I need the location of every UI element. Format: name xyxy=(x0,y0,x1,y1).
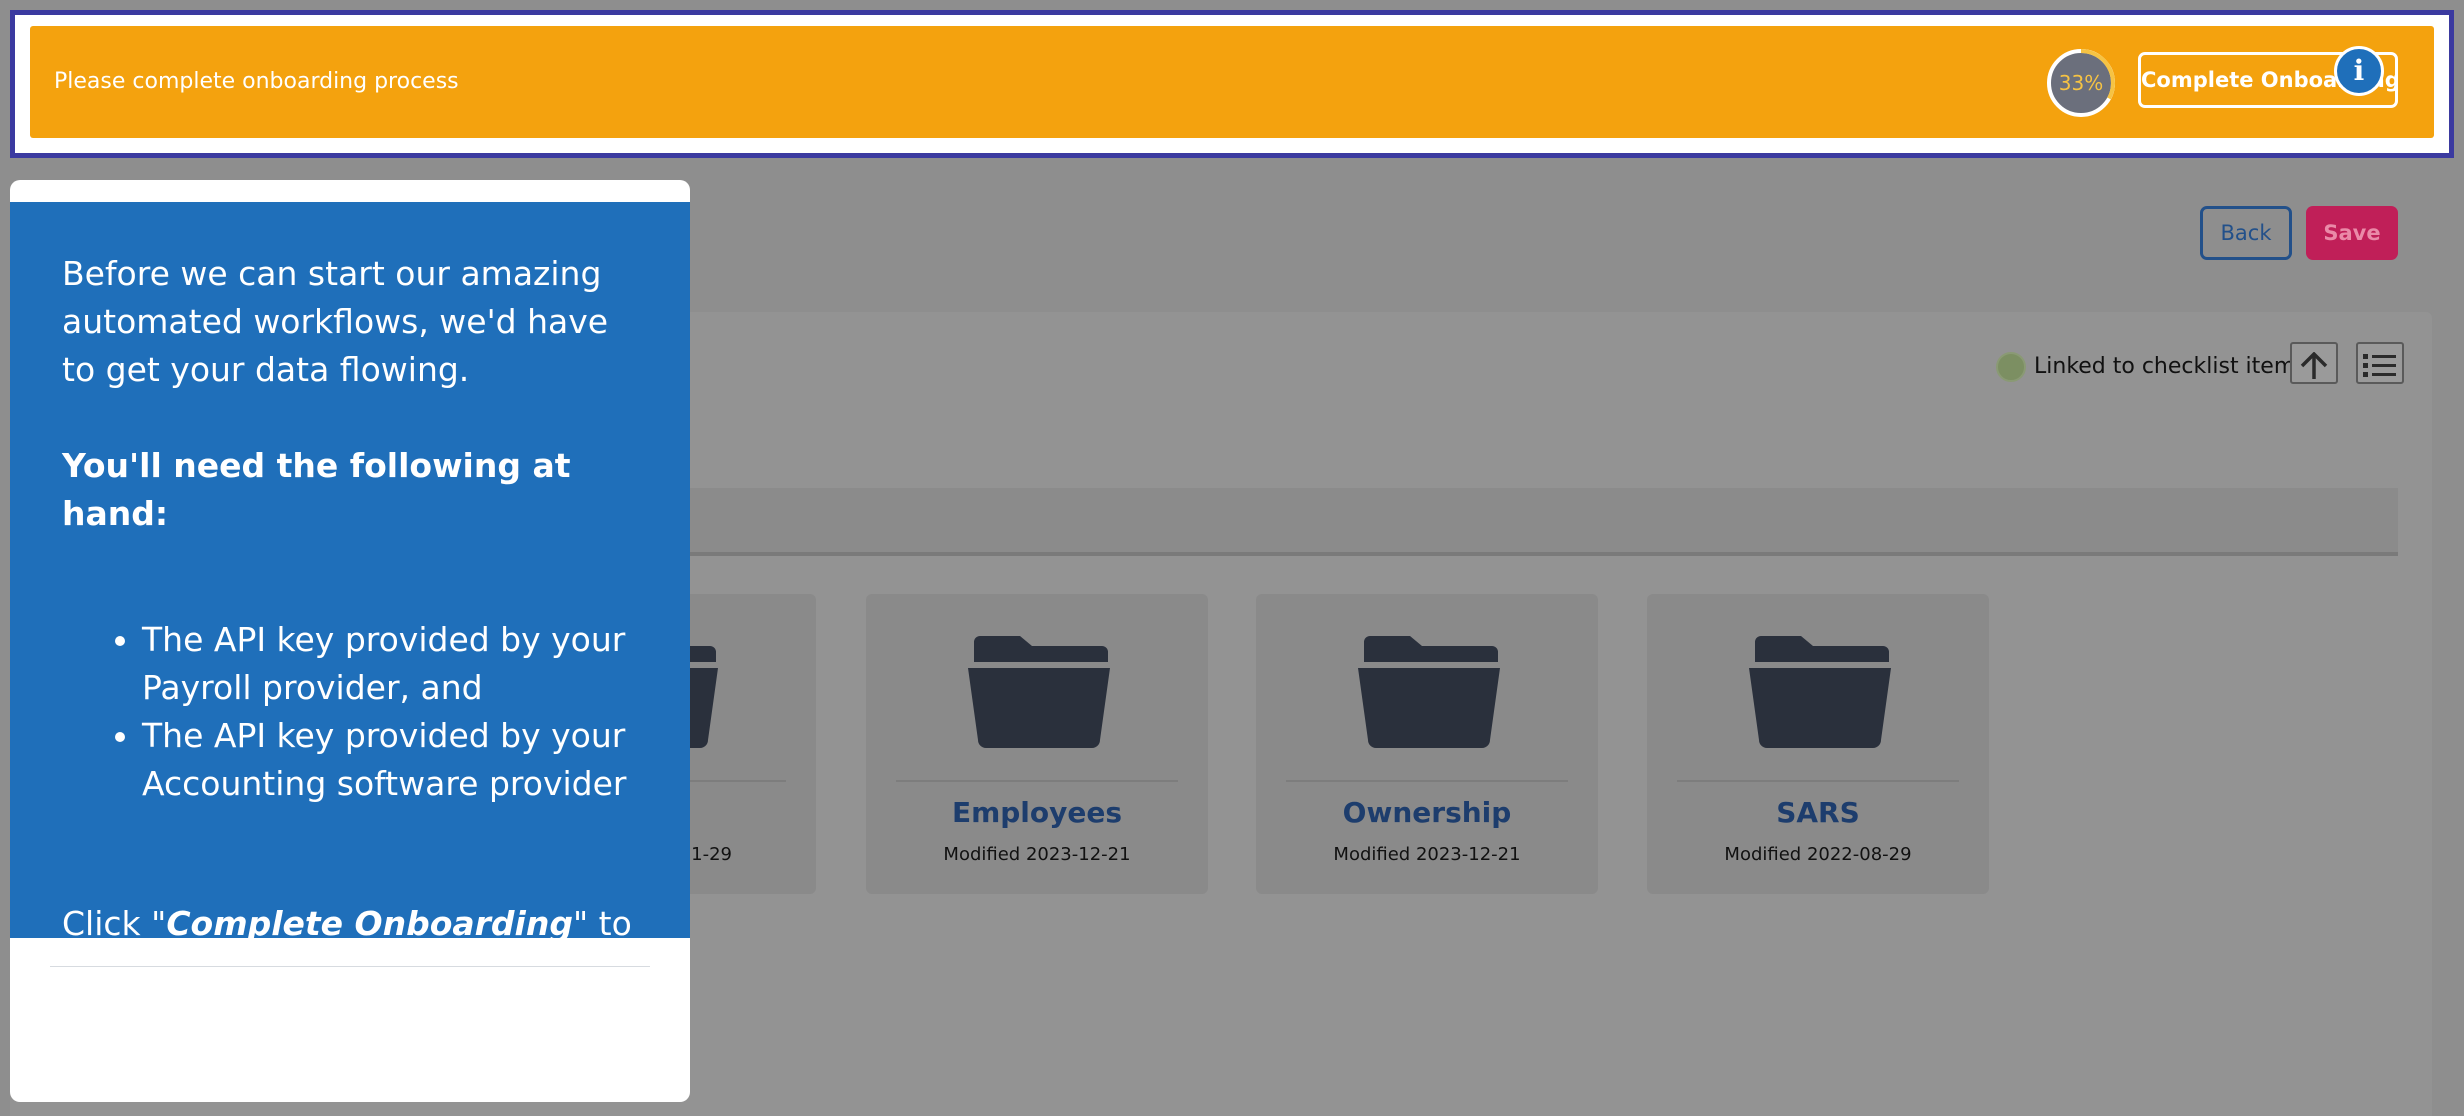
folder-card-sars[interactable]: SARS Modified 2022-08-29 xyxy=(1647,594,1989,894)
card-divider xyxy=(896,780,1178,782)
folder-modified-date: Modified 2022-08-29 xyxy=(1724,844,1912,865)
folder-icon xyxy=(1749,636,1891,748)
arrow-up-icon xyxy=(2300,352,2328,379)
cta-emphasis: Complete Onboarding xyxy=(166,904,573,943)
popover-call-to-action: Click "Complete Onboarding" to set up yo… xyxy=(62,900,640,996)
popover-intro: Before we can start our amazing automate… xyxy=(62,254,609,389)
folder-icon xyxy=(1358,636,1500,748)
back-button[interactable]: Back xyxy=(2200,206,2292,260)
popover-divider xyxy=(50,966,650,967)
folder-card-ownership[interactable]: Ownership Modified 2023-12-21 xyxy=(1256,594,1598,894)
progress-percent-label: 33% xyxy=(2058,71,2104,95)
folder-name[interactable]: Employees xyxy=(866,796,1208,829)
requirement-item: The API key provided by your Accounting … xyxy=(142,712,640,808)
legend-label: Linked to checklist item xyxy=(2034,354,2296,379)
folder-modified-date: Modified 2023-12-21 xyxy=(1333,844,1521,865)
folder-name[interactable]: Ownership xyxy=(1256,796,1598,829)
checklist-link-indicator-icon xyxy=(1996,352,2026,382)
folder-card-employees[interactable]: Employees Modified 2023-12-21 xyxy=(866,594,1208,894)
onboarding-progress-ring: 33% xyxy=(2046,48,2116,118)
folder-modified-date: Modified 2023-12-21 xyxy=(943,844,1131,865)
requirement-item: The API key provided by your Payroll pro… xyxy=(142,616,640,712)
card-divider xyxy=(1677,780,1959,782)
save-button[interactable]: Save xyxy=(2306,206,2398,260)
card-divider xyxy=(1286,780,1568,782)
info-icon[interactable]: i xyxy=(2334,46,2384,96)
requirements-list: The API key provided by your Payroll pro… xyxy=(62,616,640,808)
list-view-button[interactable] xyxy=(2356,342,2404,384)
popover-body: Before we can start our amazing automate… xyxy=(10,202,690,991)
folder-name[interactable]: SARS xyxy=(1647,796,1989,829)
folder-icon xyxy=(968,636,1110,748)
popover-need-heading: You'll need the following at hand: xyxy=(62,446,571,533)
onboarding-popover: Before we can start our amazing automate… xyxy=(10,180,690,1102)
banner-message: Please complete onboarding process xyxy=(54,69,459,94)
cta-prefix: Click " xyxy=(62,904,167,943)
onboarding-banner: Please complete onboarding process 33% C… xyxy=(30,26,2434,138)
navigate-up-button[interactable] xyxy=(2290,342,2338,384)
list-view-icon xyxy=(2363,354,2396,377)
